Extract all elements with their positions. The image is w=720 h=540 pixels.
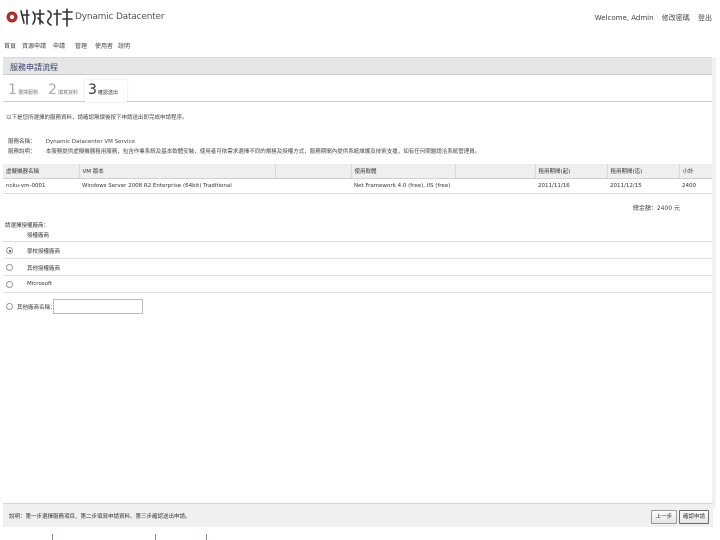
col-vm-version: VM 版本: [79, 164, 276, 179]
page-title: 服務申請流程: [10, 63, 58, 72]
logout-link[interactable]: 登出: [698, 14, 712, 22]
menu-item-users[interactable]: 使用者: [95, 41, 113, 50]
step-number: 3: [88, 82, 97, 98]
vendor-list: 授權廠商 學校授權廠商 其他授權廠商 Microsoft: [3, 228, 713, 293]
vendor-list-header: 授權廠商: [3, 228, 713, 242]
main-menu: 首頁 資源申請 申請 管理 使用者 說明: [0, 38, 720, 52]
info-value: Dynamic Datacenter VM Service: [45, 139, 135, 145]
step-number: 2: [48, 82, 57, 98]
info-service-name: 服務名稱： Dynamic Datacenter VM Service: [8, 137, 135, 145]
user-area: Welcome, Admin 修改密碼 登出: [589, 13, 712, 23]
previous-button[interactable]: 上一步: [651, 510, 677, 524]
cell-vm-version: Windows Server 2008 R2 Enterprise (64bit…: [79, 178, 275, 194]
step-label: 確認送出: [98, 90, 119, 96]
cell-end-date: 2011/12/15: [607, 178, 679, 194]
cell-blank-2: [455, 178, 535, 194]
divider: [206, 534, 207, 540]
cell-software: Net Framework 4.0 (free), IIS (free): [351, 178, 455, 194]
vendor-option[interactable]: Microsoft: [3, 276, 713, 293]
cell-start-date: 2011/11/16: [535, 178, 607, 194]
divider: [52, 534, 53, 540]
submit-button[interactable]: 確認申請: [679, 510, 709, 524]
page-title-bar: 服務申請流程: [3, 57, 713, 75]
welcome-text: Welcome, Admin: [594, 14, 654, 22]
col-blank-2: [455, 164, 536, 179]
col-software: 使用軟體: [351, 164, 456, 179]
step-indicator: 1 選擇服務 2 填寫資料 3 確認送出: [3, 80, 713, 102]
vendor-column-label: 授權廠商: [27, 233, 50, 239]
bottom-strip: [0, 530, 720, 540]
table-header-row: 虛擬機器名稱 VM 版本 使用軟體 租用期間(起) 租用期間(迄) 小計: [3, 164, 713, 179]
vendor-name: Microsoft: [27, 281, 53, 287]
footer-bar: 說明：第一步選擇服務項目、第二步填寫申請資料、第三步確認送出申請。 上一步 確認…: [3, 503, 713, 527]
menu-item-manage[interactable]: 管理: [75, 41, 87, 50]
app-header: Dynamic Datacenter Welcome, Admin 修改密碼 登…: [0, 0, 720, 36]
menu-item-home[interactable]: 首頁: [4, 41, 16, 50]
service-table: 虛擬機器名稱 VM 版本 使用軟體 租用期間(起) 租用期間(迄) 小計 nck…: [3, 164, 713, 194]
vertical-scrollbar[interactable]: [712, 57, 716, 507]
vendor-name: 學校授權廠商: [27, 249, 61, 255]
vendor-option[interactable]: 學校授權廠商: [3, 242, 713, 259]
info-key: 服務說明：: [8, 149, 36, 155]
vendor-radio-selected[interactable]: [6, 247, 13, 254]
step-2[interactable]: 2 填寫資料: [45, 80, 87, 102]
step-number: 1: [8, 82, 17, 98]
col-subtotal: 小計: [679, 164, 713, 179]
change-password-link[interactable]: 修改密碼: [662, 14, 690, 22]
cell-subtotal: 2400: [679, 178, 713, 194]
cell-blank-1: [275, 178, 351, 194]
divider: [155, 534, 156, 540]
step-label: 選擇服務: [18, 90, 39, 96]
other-vendor-option[interactable]: 其他廠商名稱：: [3, 298, 303, 316]
vendor-name: 其他授權廠商: [27, 266, 61, 272]
menu-item-resources[interactable]: 資源申請: [22, 41, 46, 50]
step-label: 填寫資料: [58, 90, 79, 96]
table-row: ncku-vm-0001 Windows Server 2008 R2 Ente…: [3, 178, 713, 194]
menu-item-apply[interactable]: 申請: [53, 41, 65, 50]
col-end-date: 租用期間(迄): [607, 164, 680, 179]
col-vm-name: 虛擬機器名稱: [3, 164, 80, 179]
vendor-radio[interactable]: [6, 264, 13, 271]
footer-note: 說明：第一步選擇服務項目、第二步填寫申請資料、第三步確認送出申請。: [9, 514, 191, 520]
info-key: 服務名稱：: [8, 139, 36, 145]
info-value: 本服務提供虛擬機器租用服務，包含作業系統及基本軟體安裝，使用者可依需求選擇不同的…: [45, 149, 481, 155]
app-name: Dynamic Datacenter: [75, 12, 165, 22]
vendor-radio[interactable]: [6, 281, 13, 288]
other-vendor-label: 其他廠商名稱：: [17, 305, 56, 311]
other-vendor-input[interactable]: [53, 299, 143, 314]
col-start-date: 租用期間(起): [535, 164, 608, 179]
menu-item-help[interactable]: 說明: [118, 41, 130, 50]
vendor-option[interactable]: 其他授權廠商: [3, 259, 713, 276]
confirm-hint: 以下是您所選擇的服務資料，請確認無誤後按下申請送出即完成申請程序。: [6, 115, 188, 121]
step-3-active[interactable]: 3 確認送出: [85, 80, 127, 102]
col-blank-1: [275, 164, 352, 179]
total-price: 總金額：2400 元: [632, 205, 680, 212]
university-logo: [6, 8, 73, 27]
info-service-desc: 服務說明： 本服務提供虛擬機器租用服務，包含作業系統及基本軟體安裝，使用者可依需…: [8, 147, 480, 155]
step-1[interactable]: 1 選擇服務: [5, 80, 47, 102]
other-vendor-radio[interactable]: [6, 303, 13, 310]
cell-vm-name: ncku-vm-0001: [3, 178, 79, 194]
